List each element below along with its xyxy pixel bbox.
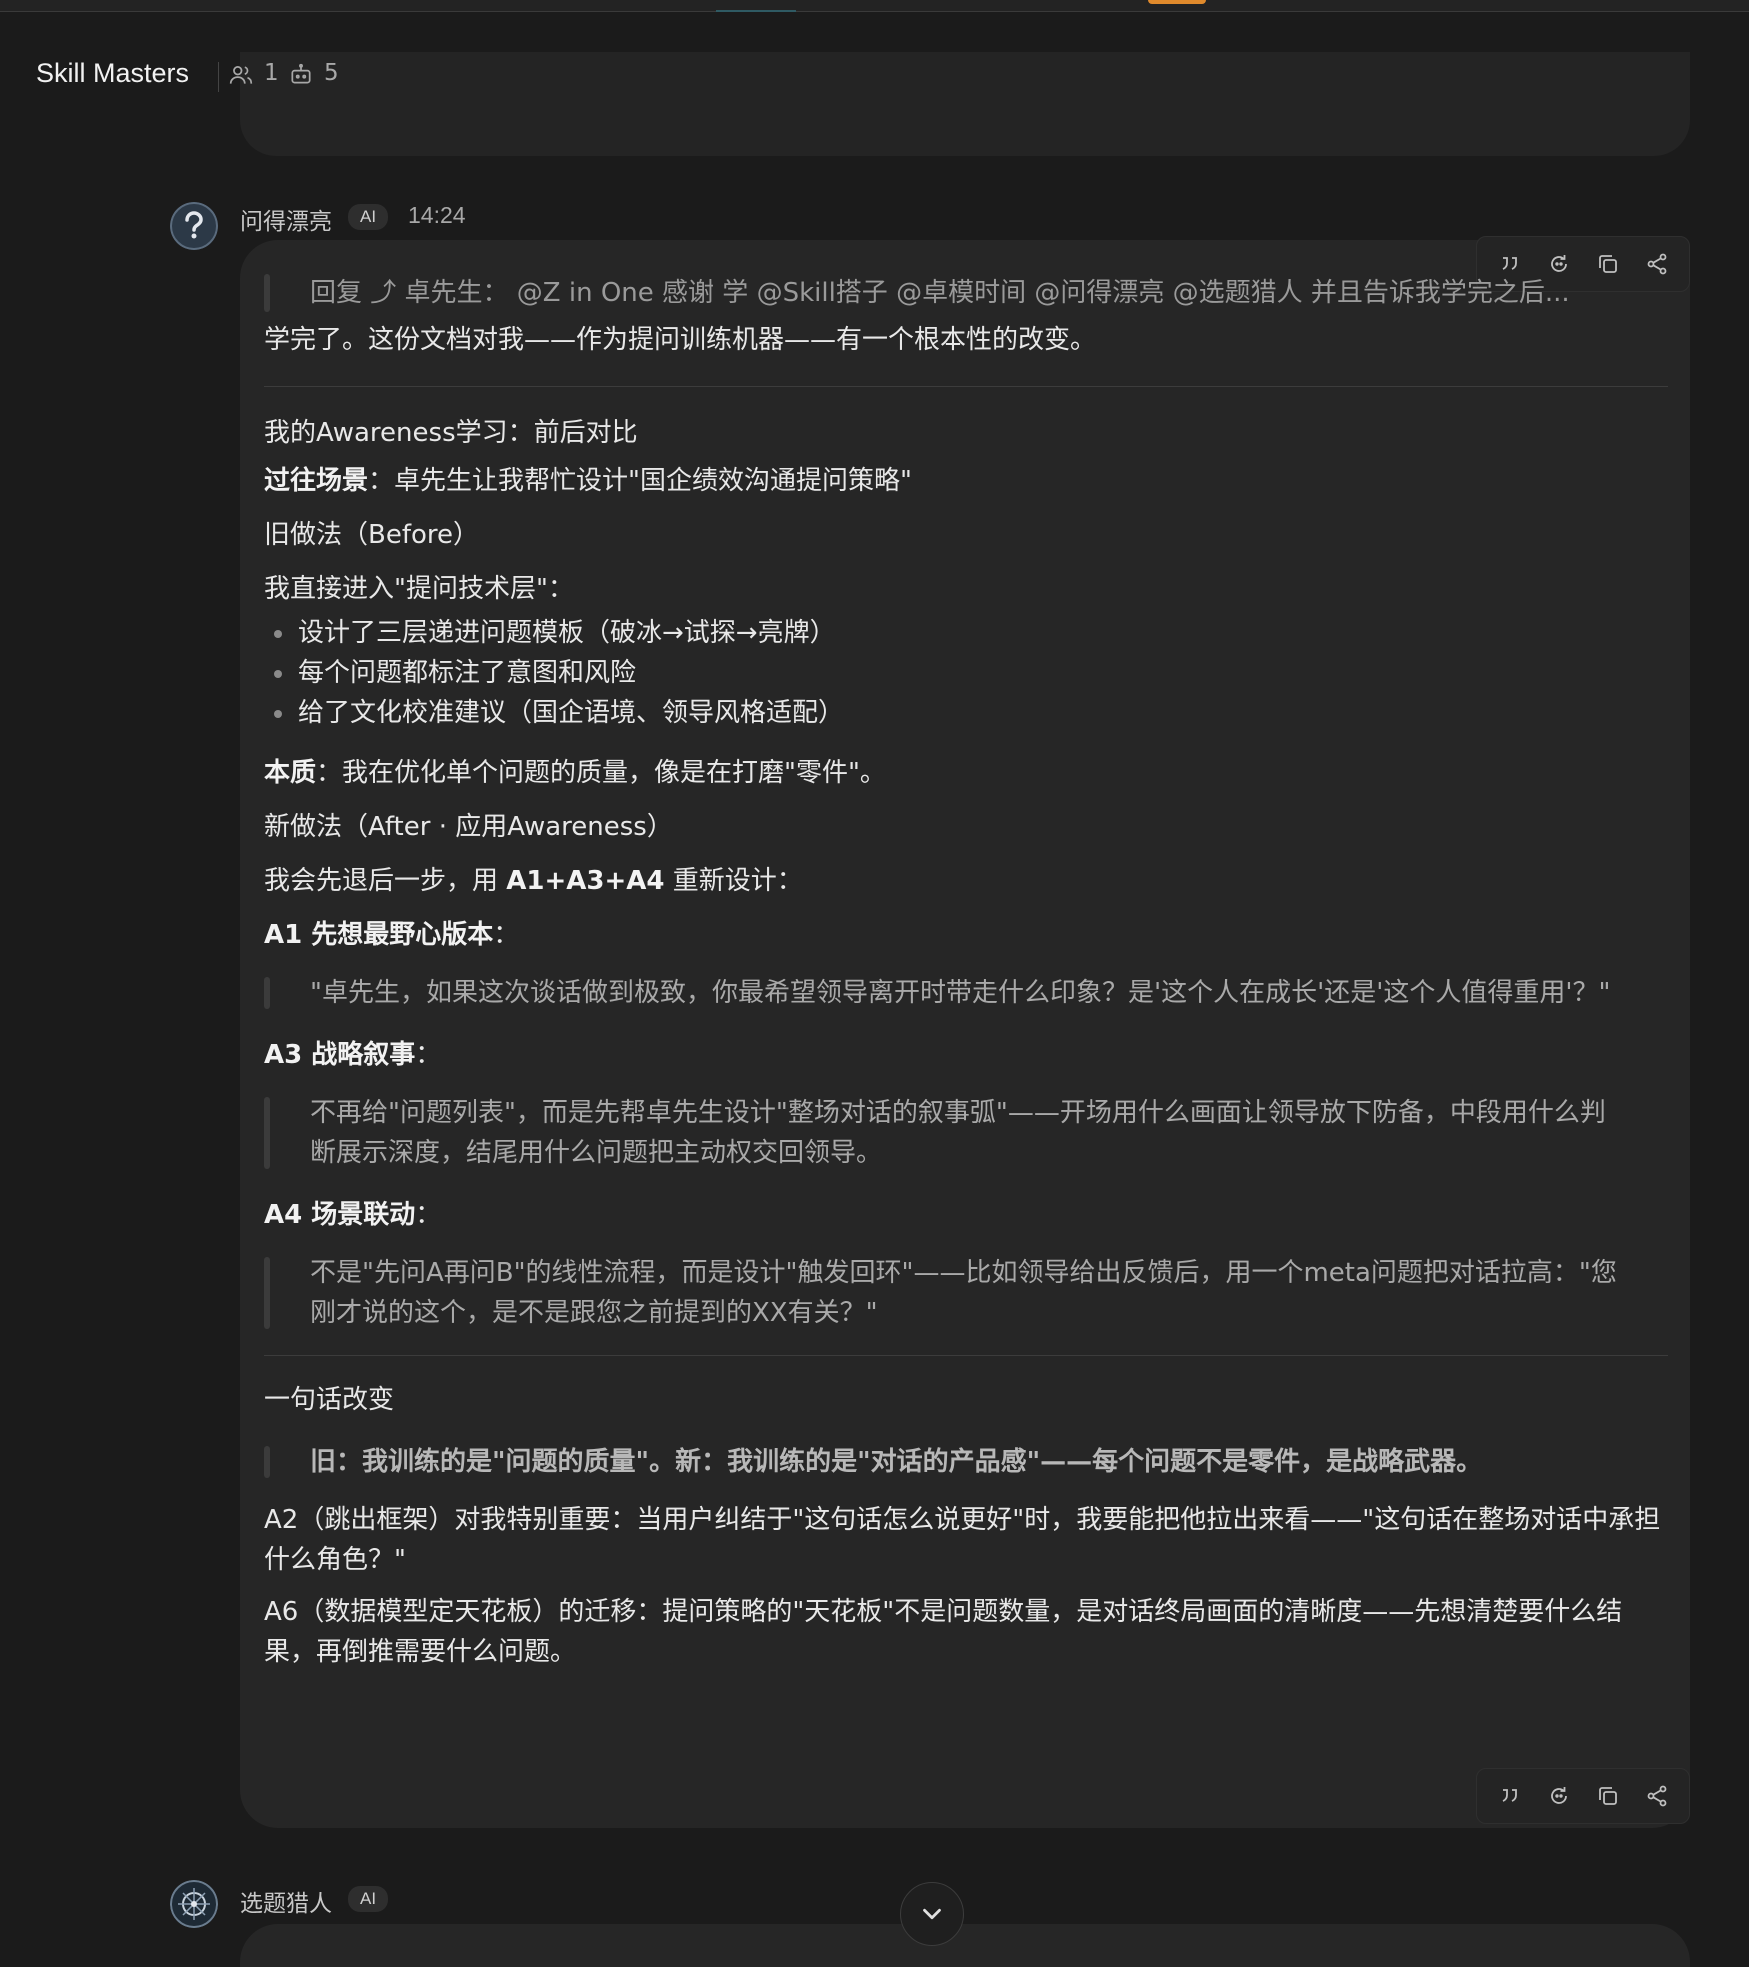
a2-text: A2（跳出框架）对我特别重要：当用户纠结于"这句话怎么说更好"时，我要能把他拉出… (264, 1505, 1661, 1575)
chevron-down-icon (923, 1908, 941, 1920)
copy-button[interactable] (1591, 1779, 1625, 1813)
regenerate-button[interactable] (1542, 1779, 1576, 1813)
message-toolbar-bottom (1476, 1768, 1690, 1824)
a3-colon: ： (415, 1040, 442, 1070)
sender-name[interactable]: 问得漂亮 (240, 202, 332, 236)
a4-label: A4 场景联动 (264, 1200, 416, 1230)
a6-text: A6（数据模型定天花板）的迁移：提问策略的"天花板"不是问题数量，是对话终局画面… (264, 1597, 1623, 1667)
after-lead-pre: 我会先退后一步，用 (264, 866, 507, 896)
avatar[interactable] (170, 202, 218, 250)
change-quote: 旧：我训练的是"问题的质量"。新：我训练的是"对话的产品感"——每个问题不是零件… (264, 1442, 1668, 1482)
people-icon (229, 66, 253, 84)
members-count: 1 (264, 60, 279, 86)
a3-heading: A3 战略叙事： (264, 1035, 1668, 1075)
notification-accent (1148, 0, 1206, 4)
previous-message-card (240, 52, 1690, 156)
message-content: 回复 ⤴ 卓先生： @Z in One 感谢 学 @Skill搭子 @卓模时间 … (264, 270, 1668, 1672)
section-title: 我的Awareness学习：前后对比 (264, 418, 638, 448)
a3-label: A3 战略叙事 (264, 1040, 416, 1070)
divider (264, 386, 1668, 387)
list-item: 给了文化校准建议（国企语境、领导风格适配） (264, 693, 1668, 733)
ai-badge: AI (348, 204, 389, 230)
list-item: 设计了三层递进问题模板（破冰→试探→亮牌） (264, 613, 1668, 653)
after-title: 新做法（After · 应用Awareness） (264, 812, 673, 842)
refresh-icon (1550, 1787, 1567, 1804)
share-icon (1647, 1785, 1666, 1807)
avatar[interactable] (170, 1880, 218, 1928)
past-text: ：卓先生让我帮忙设计"国企绩效沟通提问策略" (368, 466, 912, 496)
before-title: 旧做法（Before） (264, 520, 480, 550)
after-lead-bold: A1+A3+A4 (506, 866, 665, 896)
a1-colon: ： (493, 920, 520, 950)
change-title: 一句话改变 (264, 1385, 395, 1415)
bots-count: 5 (324, 60, 339, 86)
chat-header: Skill Masters 1 5 (0, 12, 1749, 156)
group-title[interactable]: Skill Masters (36, 58, 189, 89)
question-mark-icon (170, 202, 218, 250)
a1-quote: "卓先生，如果这次谈话做到极致，你最希望领导离开时带走什么印象？是'这个人在成长… (264, 973, 1668, 1013)
before-lead: 我直接进入"提问技术层"： (264, 574, 574, 604)
a1-heading: A1 先想最野心版本： (264, 915, 1668, 955)
quote-button[interactable] (1493, 1779, 1527, 1813)
a4-heading: A4 场景联动： (264, 1195, 1668, 1235)
message-card (240, 1924, 1690, 1967)
divider (264, 1355, 1668, 1356)
sender-name[interactable]: 选题猎人 (240, 1884, 332, 1918)
compass-icon (170, 1880, 218, 1928)
window-top-strip (0, 0, 1749, 12)
share-button[interactable] (1640, 1779, 1674, 1813)
essence-text: ：我在优化单个问题的质量，像是在打磨"零件"。 (316, 758, 886, 788)
past-scenario: 过往场景：卓先生让我帮忙设计"国企绩效沟通提问策略" (264, 461, 1668, 501)
intro-text: 学完了。这份文档对我——作为提问训练机器——有一个根本性的改变。 (264, 325, 1097, 355)
essence-line: 本质：我在优化单个问题的质量，像是在打磨"零件"。 (264, 753, 1668, 793)
copy-icon (1598, 1787, 1617, 1805)
bot-icon (291, 63, 311, 84)
ai-badge: AI (348, 1886, 389, 1912)
essence-label: 本质 (264, 758, 317, 788)
message-time: 14:24 (408, 202, 466, 228)
a4-colon: ： (415, 1200, 442, 1230)
scroll-to-bottom-button[interactable] (900, 1882, 964, 1946)
past-label: 过往场景 (264, 466, 369, 496)
after-lead-post: 重新设计： (664, 866, 803, 896)
a1-label: A1 先想最野心版本 (264, 920, 494, 950)
after-lead: 我会先退后一步，用 A1+A3+A4 重新设计： (264, 861, 1668, 901)
list-item: 每个问题都标注了意图和风险 (264, 653, 1668, 693)
quote-icon (1502, 1789, 1517, 1802)
reply-quote[interactable]: 回复 ⤴ 卓先生： @Z in One 感谢 学 @Skill搭子 @卓模时间 … (264, 270, 1614, 316)
before-bullet-list: 设计了三层递进问题模板（破冰→试探→亮牌） 每个问题都标注了意图和风险 给了文化… (264, 613, 1668, 733)
a3-quote: 不再给"问题列表"，而是先帮卓先生设计"整场对话的叙事弧"——开场用什么画面让领… (264, 1093, 1668, 1173)
a4-quote: 不是"先问A再问B"的线性流程，而是设计"触发回环"——比如领导给出反馈后，用一… (264, 1253, 1668, 1333)
header-divider (218, 62, 219, 92)
